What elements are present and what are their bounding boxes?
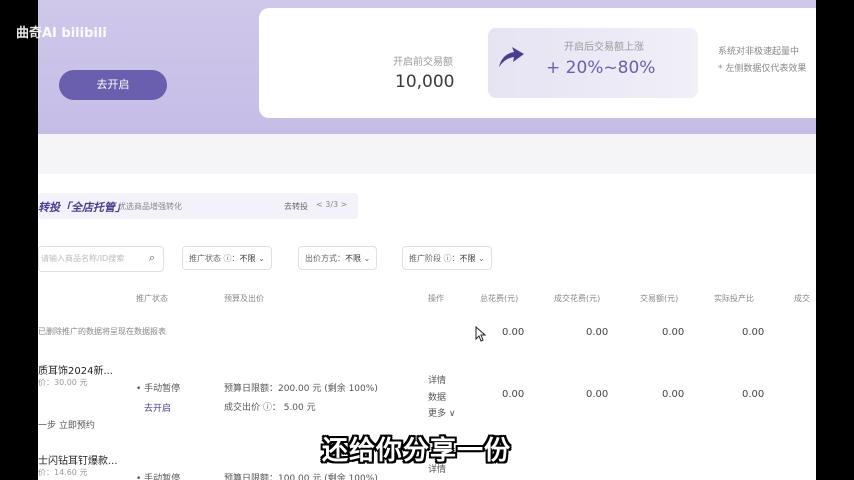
notice-gmv: 0.00 [662, 327, 685, 338]
chevron-down-icon: ⌄ [258, 254, 265, 263]
product-price-1: 价：30.00 元 [38, 378, 88, 387]
filter-status-value: 不限 [239, 254, 256, 263]
filter-status-label: 推广状态 ⓘ： [189, 254, 240, 263]
search-icon[interactable]: ⌕ [149, 251, 155, 265]
open-button[interactable]: 去开启 [59, 70, 167, 100]
op-detail-1[interactable]: 详情 [428, 373, 446, 386]
divider-band [38, 134, 816, 174]
budget-2: 预算日限额：100.00 元 (剩余 100%) [224, 474, 378, 480]
deleted-notice: 已删除推广的数据将呈现在数据报表 [38, 327, 166, 336]
filter-status[interactable]: 推广状态 ⓘ：不限 ⌄ [182, 246, 272, 270]
col-gmv[interactable]: 交易额(元) [640, 293, 678, 304]
row1-roi: 0.00 [742, 389, 765, 400]
row1-gmv: 0.00 [662, 389, 685, 400]
before-label: 开启前交易额 [393, 57, 453, 68]
filter-stage[interactable]: 推广阶段 ⓘ：不限 ⌄ [402, 246, 492, 270]
filter-bid-value: 不限 [345, 254, 361, 263]
promo-pager[interactable]: < 3/3 > [316, 200, 347, 209]
bid-1: 成交出价 ⓘ： 5.00 元 [224, 403, 316, 413]
after-value: + 20%~80% [546, 58, 656, 78]
promo-title: 转投「全店托管」 [38, 201, 126, 214]
col-status: 推广状态 [136, 294, 168, 303]
filter-bid-label: 出价方式： [305, 254, 345, 263]
trend-arrow-icon [499, 47, 524, 67]
table-header: 推广状态 预算及出价 操作 总花费(元) 成交花费(元) 交易额(元) 实际投产… [38, 290, 816, 308]
promo-link[interactable]: 去转投 [284, 201, 308, 212]
banner-note: * 左侧数据仅代表效果 [718, 64, 807, 74]
chevron-down-icon: ⌄ [363, 254, 371, 263]
row1-deal-cost: 0.00 [586, 389, 609, 400]
search-placeholder: 请输入商品名称/ID搜索 [41, 254, 125, 263]
after-label: 开启后交易额上涨 [564, 42, 644, 53]
status-action-1[interactable]: 去开启 [144, 401, 171, 414]
banner-desc: 系统对非极速起量中 [718, 47, 800, 57]
growth-box: 开启后交易额上涨 + 20%~80% [488, 28, 698, 98]
filter-stage-value: 不限 [459, 254, 476, 263]
budget-1: 预算日限额：200.00 元 (剩余 100%) [224, 384, 378, 394]
status-2: • 手动暂停 [136, 474, 181, 480]
op-more-1[interactable]: 更多 ∨ [428, 406, 455, 419]
promo-banner: 去开启 开启前交易额 10,000 开启后交易额上涨 + 20%~80% 系统对… [38, 0, 816, 134]
status-1: • 手动暂停 [136, 384, 181, 394]
steps-1[interactable]: 一步 立即预约 [38, 418, 95, 431]
promo-bar: 转投「全店托管」 优选商品增强转化 去转投 < 3/3 > [38, 193, 358, 219]
product-price-2: 价：14.60 元 [38, 468, 88, 477]
col-total-cost[interactable]: 总花费(元) [480, 293, 518, 304]
filter-stage-label: 推广阶段 ⓘ： [409, 254, 460, 263]
col-deal-cost[interactable]: 成交花费(元) [554, 293, 600, 304]
op-data-1[interactable]: 数据 [428, 390, 446, 403]
notice-deal-cost: 0.00 [586, 327, 609, 338]
filter-bid[interactable]: 出价方式：不限 ⌄ [298, 246, 378, 270]
col-budget: 预算及出价 [224, 294, 264, 303]
chevron-down-icon: ⌄ [478, 254, 485, 263]
mouse-cursor-icon [475, 326, 487, 342]
filter-bar: 请输入商品名称/ID搜索 ⌕ 推广状态 ⓘ：不限 ⌄ 出价方式：不限 ⌄ 推广阶… [38, 246, 816, 272]
notice-total-cost: 0.00 [502, 327, 525, 338]
col-ops: 操作 [428, 294, 444, 303]
col-roi[interactable]: 实际投产比 [714, 293, 754, 304]
col-deal[interactable]: 成交 [794, 293, 810, 304]
before-value: 10,000 [395, 72, 455, 92]
notice-roi: 0.00 [742, 327, 765, 338]
product-name-1[interactable]: 质耳饰2024新... [38, 362, 113, 377]
search-input[interactable]: 请输入商品名称/ID搜索 ⌕ [38, 246, 164, 272]
row1-total-cost: 0.00 [502, 389, 525, 400]
app-frame: 去开启 开启前交易额 10,000 开启后交易额上涨 + 20%~80% 系统对… [38, 0, 816, 480]
video-subtitle: 还给你分享一份 [322, 436, 512, 466]
channel-watermark: 曲奇AI bilibili [16, 26, 107, 41]
promo-subtitle: 优选商品增强转化 [118, 202, 182, 211]
product-name-2[interactable]: 士闪钻耳钉爆款... [38, 452, 118, 467]
